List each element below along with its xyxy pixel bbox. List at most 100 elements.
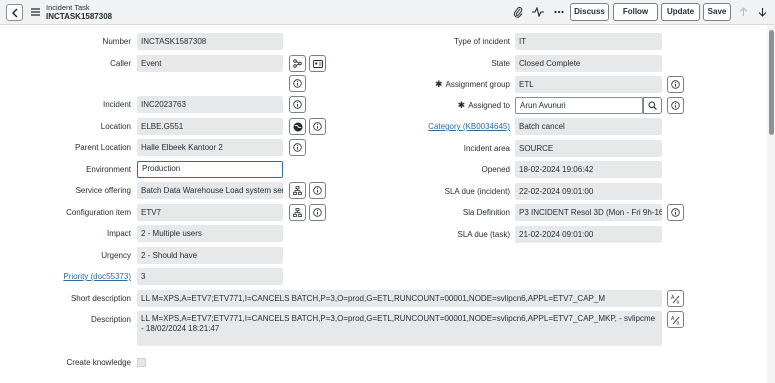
svg-text:a: a — [676, 299, 679, 304]
number-field[interactable]: INCTASK1587308 — [137, 33, 283, 50]
create-knowledge-checkbox[interactable] — [137, 358, 146, 367]
impact-field[interactable]: 2 - Multiple users — [137, 225, 283, 242]
impact-label: Impact — [106, 229, 131, 238]
scrollbar-thumb[interactable] — [769, 30, 774, 135]
description-field[interactable]: LL M=XPS,A=ETV7;ETV771,I=CANCELS BATCH,P… — [137, 311, 662, 346]
short-description-label: Short description — [70, 294, 131, 303]
configuration-item-field[interactable]: ETV7 — [137, 204, 283, 221]
arrow-down-icon[interactable] — [755, 5, 769, 19]
description-label: Description — [90, 315, 131, 324]
type-of-incident-label: Type of incident — [453, 37, 510, 46]
activity-pulse-icon[interactable] — [531, 5, 545, 19]
service-offering-tree-button[interactable] — [289, 182, 306, 199]
parent-location-info-button[interactable] — [289, 139, 306, 156]
discuss-button[interactable]: Discuss — [570, 3, 609, 21]
urgency-label: Urgency — [101, 251, 131, 260]
info-icon — [293, 143, 302, 152]
spell-check-icon: Aa — [671, 316, 680, 325]
configuration-item-label: Configuration item — [66, 208, 131, 217]
priority-field[interactable]: 3 — [137, 268, 283, 285]
hierarchy-icon — [293, 59, 302, 68]
location-info-button[interactable] — [309, 118, 326, 135]
caller-info-button[interactable] — [289, 75, 306, 92]
sla-due-task-label: SLA due (task) — [457, 230, 510, 239]
incident-info-button[interactable] — [289, 96, 306, 113]
chevron-left-icon — [11, 7, 18, 18]
save-button[interactable]: Save — [703, 3, 731, 21]
assignment-group-label: ✱ Assignment group — [400, 76, 510, 93]
environment-select[interactable]: Production — [137, 161, 283, 178]
location-label: Location — [100, 122, 131, 131]
short-description-field[interactable]: LL M=XPS,A=ETV7;ETV771,I=CANCELS BATCH,P… — [137, 290, 662, 307]
record-number-title: INCTASK1587308 — [46, 12, 113, 21]
service-offering-info-button[interactable] — [309, 182, 326, 199]
service-offering-label: Service offering — [75, 186, 131, 195]
assigned-to-label: ✱ Assigned to — [400, 97, 510, 114]
assigned-to-info-button[interactable] — [667, 97, 684, 114]
configuration-item-info-button[interactable] — [309, 204, 326, 221]
context-menu-icon[interactable] — [29, 6, 41, 18]
assigned-to-input[interactable]: Arun Avunuri — [515, 97, 643, 114]
incident-area-field[interactable]: SOURCE — [515, 140, 662, 157]
svg-text:A: A — [671, 316, 675, 322]
service-offering-field[interactable]: Batch Data Warehouse Load system serv — [137, 182, 283, 199]
description-spellcheck-button[interactable]: Aa — [667, 311, 684, 328]
globe-icon — [293, 122, 302, 131]
info-icon — [671, 101, 680, 110]
show-dependencies-button[interactable] — [289, 55, 306, 72]
contact-card-icon — [312, 59, 323, 68]
environment-label: Environment — [86, 165, 131, 174]
info-icon — [313, 122, 322, 131]
required-marker: ✱ — [434, 79, 443, 89]
arrow-up-icon[interactable] — [736, 5, 750, 19]
info-icon — [671, 80, 680, 89]
parent-location-field[interactable]: Halle Elbeek Kantoor 2 — [137, 139, 283, 156]
parent-location-label: Parent Location — [74, 143, 131, 152]
spell-check-icon: Aa — [671, 295, 680, 304]
search-icon — [648, 101, 657, 110]
configuration-item-tree-button[interactable] — [289, 204, 306, 221]
sla-definition-label: Sla Definition — [462, 208, 510, 217]
type-of-incident-field[interactable]: IT — [515, 33, 662, 50]
assignment-group-field[interactable]: ETL — [515, 76, 662, 93]
svg-text:A: A — [671, 295, 675, 301]
urgency-field[interactable]: 2 - Should have — [137, 247, 283, 264]
sla-due-task-field[interactable]: 21-02-2024 09:01:00 — [515, 226, 662, 243]
assignment-group-info-button[interactable] — [667, 76, 684, 93]
follow-button[interactable]: Follow — [613, 3, 658, 21]
form-header: Incident Task INCTASK1587308 Discuss Fol… — [0, 0, 775, 25]
caller-field[interactable]: Event — [137, 55, 283, 72]
state-label: State — [491, 59, 510, 68]
sla-due-incident-field[interactable]: 22-02-2024 09:01:00 — [515, 183, 662, 200]
category-field[interactable]: Batch cancel — [515, 118, 662, 135]
create-knowledge-label: Create knowledge — [66, 358, 131, 367]
back-button[interactable] — [6, 4, 23, 21]
sla-due-incident-label: SLA due (incident) — [444, 187, 510, 196]
attachment-icon[interactable] — [511, 5, 525, 19]
state-field[interactable]: Closed Complete — [515, 55, 662, 72]
short-description-spellcheck-button[interactable]: Aa — [667, 290, 684, 307]
sla-definition-info-button[interactable] — [667, 204, 684, 221]
assigned-to-lookup-button[interactable] — [643, 97, 662, 114]
category-link[interactable]: Category (KB0034645) — [400, 118, 510, 135]
opened-label: Opened — [481, 165, 510, 174]
info-icon — [293, 79, 302, 88]
incident-area-label: Incident area — [463, 144, 510, 153]
location-field[interactable]: ELBE.G551 — [137, 118, 283, 135]
contact-card-button[interactable] — [309, 55, 326, 72]
more-options-icon[interactable] — [552, 5, 566, 19]
org-tree-icon — [293, 186, 302, 195]
info-icon — [313, 186, 322, 195]
info-icon — [313, 208, 322, 217]
update-button[interactable]: Update — [661, 3, 700, 21]
priority-link[interactable]: Priority (doc55373) — [20, 268, 131, 285]
location-map-button[interactable] — [289, 118, 306, 135]
incident-field[interactable]: INC2023763 — [137, 96, 283, 113]
assigned-to-label-text: Assigned to — [468, 101, 510, 110]
opened-field[interactable]: 18-02-2024 19:06:42 — [515, 161, 662, 178]
assignment-group-label-text: Assignment group — [445, 80, 510, 89]
sla-definition-field[interactable]: P3 INCIDENT Resol 3D (Mon - Fri 9h-16 — [515, 204, 662, 221]
required-marker: ✱ — [457, 100, 466, 110]
incident-label: Incident — [102, 100, 131, 109]
caller-label: Caller — [110, 59, 131, 68]
